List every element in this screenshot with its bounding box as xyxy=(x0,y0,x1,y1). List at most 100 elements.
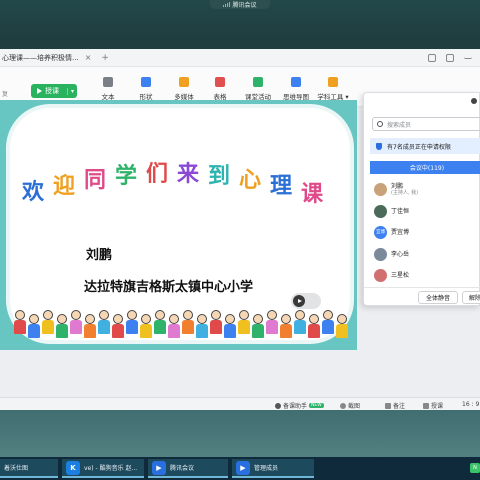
notes-button[interactable]: 备注 xyxy=(385,401,405,410)
app-icon: ▶ xyxy=(152,460,166,475)
members-panel: 搜索成员 有7名成员正在申请权限 会议中(119) 刘鹏 (主持人, 我) 丁佳恒宜… xyxy=(363,92,480,306)
avatar xyxy=(374,204,387,218)
child-figure xyxy=(280,314,292,338)
welcome-char: 学 xyxy=(115,163,138,189)
prep-assistant-button[interactable]: 备课助手 NEW xyxy=(275,401,324,410)
chevron-down-icon[interactable]: ▾ xyxy=(66,87,74,95)
document-tab-title[interactable]: 心理课——培养积极情... xyxy=(2,53,79,63)
start-class-label: 授课 xyxy=(45,87,59,95)
meeting-indicator-label: 腾讯会议 xyxy=(232,2,257,9)
member-row[interactable]: 丁佳恒 xyxy=(374,203,409,219)
app-icon: ▶ xyxy=(236,460,250,475)
signal-icon xyxy=(223,2,230,7)
mail-icon[interactable] xyxy=(446,53,454,62)
minimize-icon[interactable] xyxy=(464,54,472,59)
taskbar-item[interactable]: ▶ 管理成员 xyxy=(232,459,314,478)
play-icon xyxy=(37,88,42,94)
welcome-char: 们 xyxy=(146,161,169,187)
child-figure xyxy=(266,310,278,334)
avatar xyxy=(374,247,387,261)
welcome-char: 来 xyxy=(177,161,200,187)
activity-icon xyxy=(253,77,263,87)
member-row[interactable]: 李心岳 xyxy=(374,246,409,262)
child-figure xyxy=(336,314,348,338)
avatar: 宜博 xyxy=(374,225,387,239)
child-figure xyxy=(238,310,250,334)
media-toggle[interactable] xyxy=(291,293,321,309)
unmute-all-button[interactable]: 解除 xyxy=(462,291,480,304)
slide-preview[interactable]: 欢迎同学们来到心理课 刘鹏 达拉特旗吉格斯太镇中心小学 xyxy=(0,100,357,350)
child-figure xyxy=(98,310,110,334)
redo-label[interactable]: 复 xyxy=(2,89,8,98)
status-bar: 备课助手 NEW 截图 备注 授课 16 : 9 xyxy=(0,397,480,410)
tool-text[interactable]: 文本 xyxy=(92,77,124,101)
member-name: 三星松 xyxy=(391,271,410,279)
mute-all-button[interactable]: 全体静音 xyxy=(418,291,458,304)
child-figure xyxy=(224,314,236,338)
child-figure xyxy=(196,314,208,338)
welcome-char: 心 xyxy=(239,167,262,193)
panel-footer: 全体静音 解除 xyxy=(364,287,480,307)
child-figure xyxy=(84,314,96,338)
welcome-char: 迎 xyxy=(53,173,76,199)
taskbar-item-label: 管理成员 xyxy=(254,465,279,472)
permission-notice[interactable]: 有7名成员正在申请权限 xyxy=(370,138,480,154)
present-label: 授课 xyxy=(431,403,444,410)
app-icon: K xyxy=(66,460,80,475)
taskbar-item[interactable]: Kve) - 酷狗音乐 赵... xyxy=(62,459,144,478)
aspect-ratio-label[interactable]: 16 : 9 xyxy=(462,401,479,408)
screenshot-button[interactable]: 截图 xyxy=(340,401,360,410)
avatar xyxy=(374,268,387,282)
tool-shape[interactable]: 形状 xyxy=(130,77,162,101)
close-tab-icon[interactable]: × xyxy=(85,53,92,62)
member-row[interactable]: 宜博 贾宜博 xyxy=(374,224,409,240)
tool-mindmap[interactable]: 思维导图 xyxy=(280,77,312,101)
member-row[interactable]: 三星松 xyxy=(374,267,409,283)
tab-in-meeting[interactable]: 会议中(119) xyxy=(370,161,480,174)
prep-assistant-label: 备课助手 xyxy=(283,403,308,410)
subject-tools-icon xyxy=(328,77,338,87)
child-figure xyxy=(70,310,82,334)
present-button[interactable]: 授课 xyxy=(423,401,443,410)
school-name: 达拉特旗吉格斯太镇中心小学 xyxy=(84,280,254,295)
welcome-title: 欢迎同学们来到心理课 xyxy=(22,160,342,207)
child-figure xyxy=(126,310,138,334)
title-bar: 心理课——培养积极情... × + xyxy=(0,49,480,67)
notification-badge[interactable]: N xyxy=(470,463,480,473)
member-row[interactable]: 刘鹏 (主持人, 我) xyxy=(374,181,418,197)
member-name: 贾宜博 xyxy=(391,228,410,236)
meeting-indicator[interactable]: 腾讯会议 xyxy=(210,0,270,9)
tool-activity[interactable]: 课堂活动 xyxy=(242,77,274,101)
member-search-input[interactable]: 搜索成员 xyxy=(372,117,480,131)
member-role: (主持人, 我) xyxy=(391,189,419,196)
child-figure xyxy=(252,314,264,338)
taskbar-item[interactable]: 着沃仕图 xyxy=(0,459,58,478)
child-figure xyxy=(182,310,194,334)
play-icon xyxy=(293,295,305,307)
teacher-name: 刘鹏 xyxy=(86,248,113,263)
welcome-char: 课 xyxy=(301,181,324,207)
taskbar-item[interactable]: ▶ 腾讯会议 xyxy=(148,459,228,478)
text-icon xyxy=(103,77,113,87)
child-figure xyxy=(210,310,222,334)
new-tab-icon[interactable]: + xyxy=(101,53,109,63)
avatar xyxy=(374,182,387,196)
child-figure xyxy=(28,314,40,338)
welcome-char: 到 xyxy=(208,163,231,189)
tool-subject-tools[interactable]: 学科工具 ▾ xyxy=(317,77,349,101)
child-figure xyxy=(294,310,306,334)
child-figure xyxy=(308,314,320,338)
tool-media[interactable]: 多媒体 xyxy=(168,77,200,101)
member-name: 刘鹏 xyxy=(391,182,404,190)
tool-table[interactable]: 表格 xyxy=(204,77,236,101)
person-icon[interactable] xyxy=(471,98,477,104)
help-icon[interactable] xyxy=(428,53,436,62)
notes-icon xyxy=(385,402,391,409)
shield-icon xyxy=(376,142,382,150)
child-figure xyxy=(42,310,54,334)
child-figure xyxy=(322,310,334,334)
start-class-button[interactable]: 授课 ▾ xyxy=(31,84,77,98)
child-figure xyxy=(14,310,26,334)
welcome-char: 同 xyxy=(84,167,107,193)
screenshot-label: 截图 xyxy=(348,403,361,410)
